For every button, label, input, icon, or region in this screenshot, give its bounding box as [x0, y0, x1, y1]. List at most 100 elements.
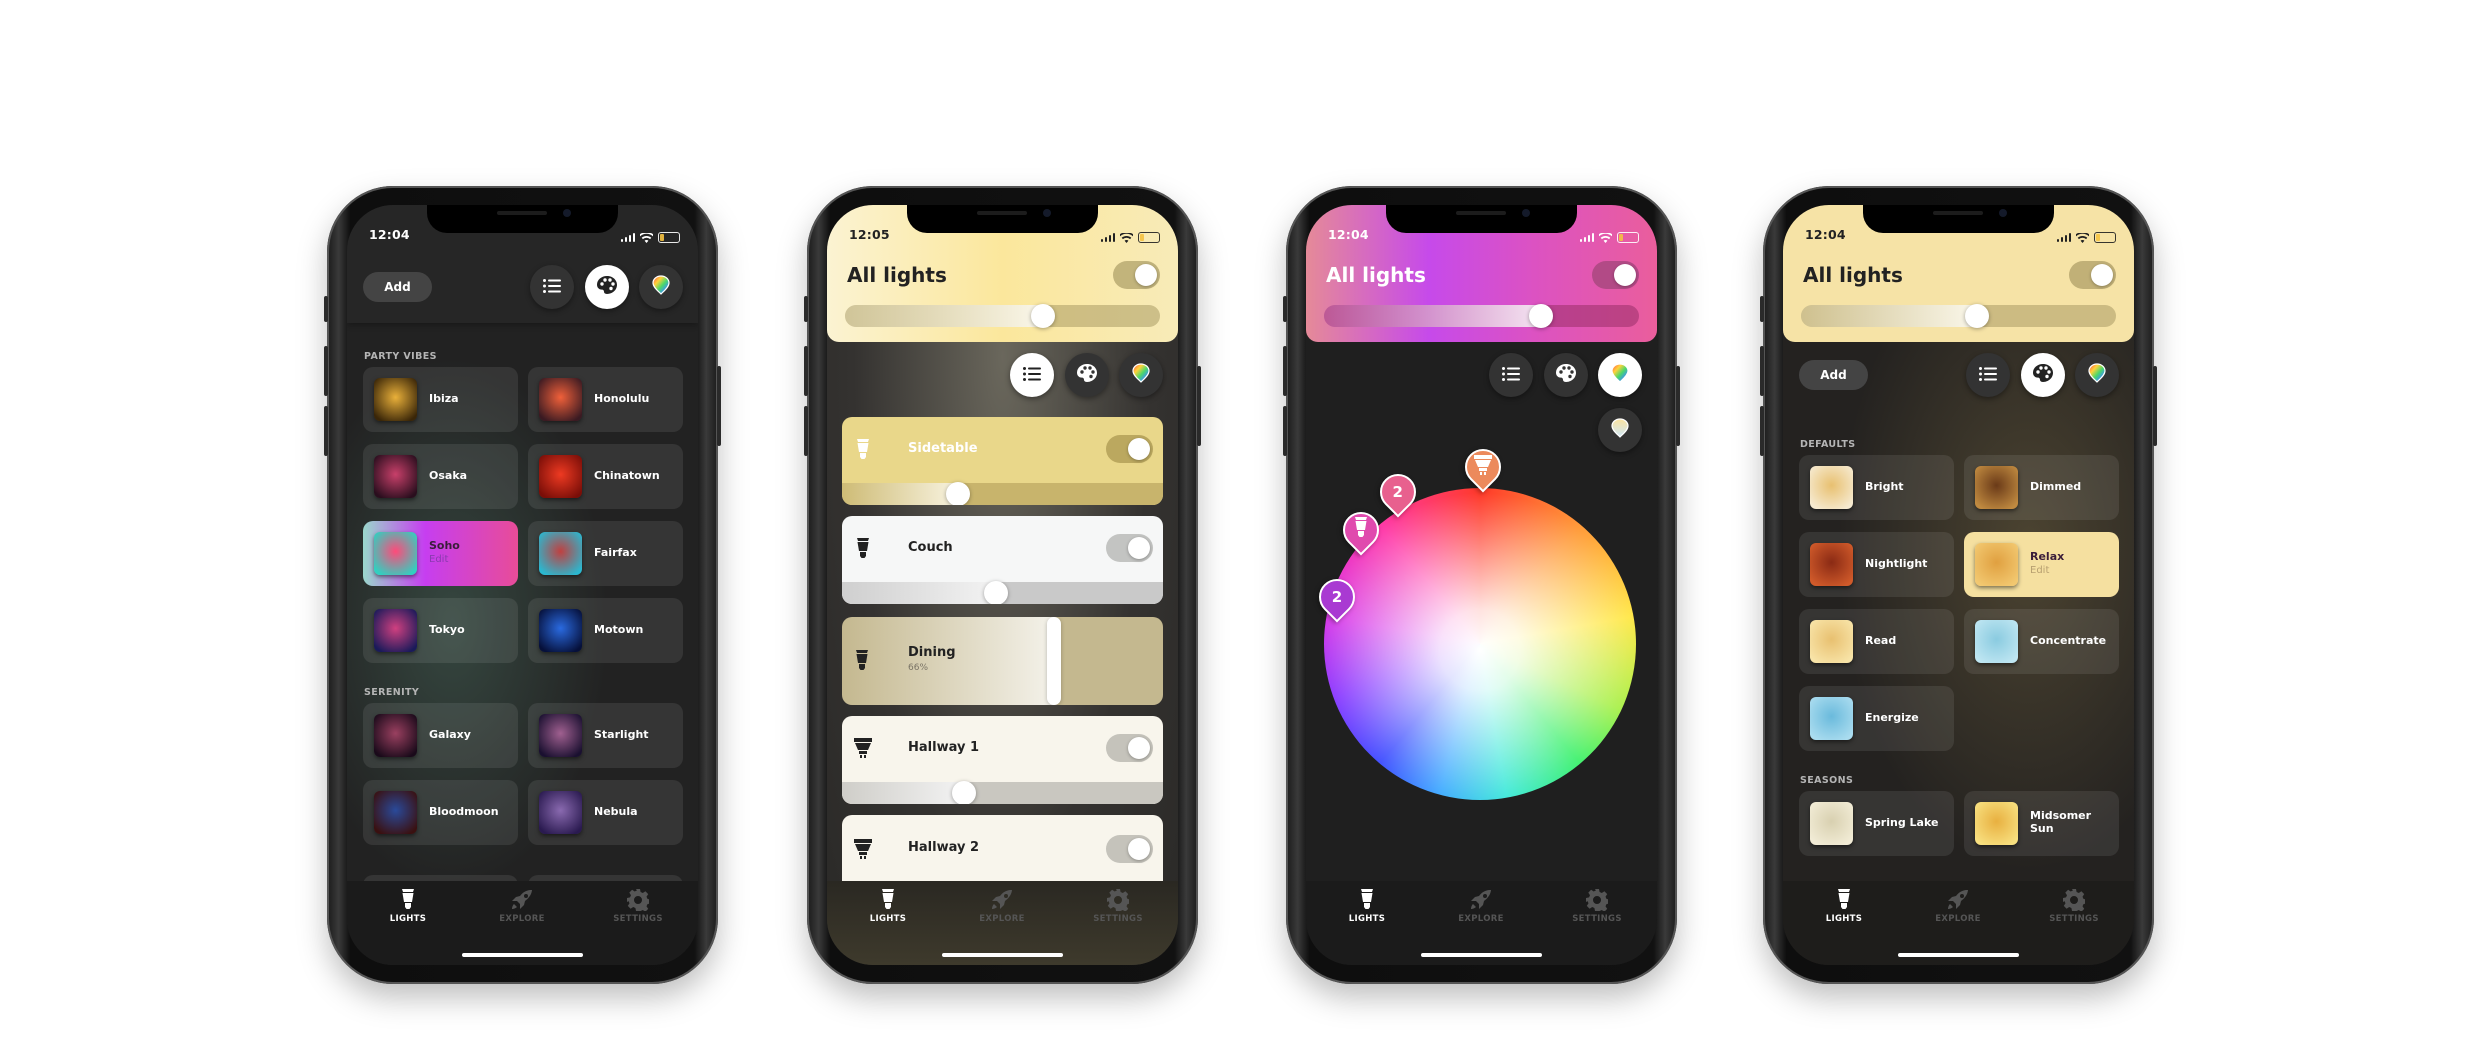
light-brightness-slider[interactable] — [842, 483, 1163, 505]
scene-card-starlight[interactable]: Starlight — [528, 703, 683, 768]
scene-card-chinatown[interactable]: Chinatown — [528, 444, 683, 509]
scene-card-concentrate[interactable]: Concentrate — [1964, 609, 2119, 674]
scene-card-ibiza[interactable]: Ibiza — [363, 367, 518, 432]
scene-card-spring-lake[interactable]: Spring Lake — [1799, 791, 1954, 856]
all-lights-toggle[interactable] — [2069, 261, 2116, 289]
tab-label: LIGHTS — [1825, 914, 1863, 924]
pin-content — [1465, 449, 1501, 485]
scene-thumbnail — [374, 714, 417, 757]
scene-card-bright[interactable]: Bright — [1799, 455, 1954, 520]
scene-card-honolulu[interactable]: Honolulu — [528, 367, 683, 432]
tab-settings[interactable]: SETTINGS — [2029, 889, 2119, 924]
spot-bulb-icon — [854, 839, 872, 863]
view-mode-scenes-button[interactable] — [585, 265, 629, 309]
light-toggle[interactable] — [1106, 435, 1153, 463]
home-indicator[interactable] — [1898, 953, 2019, 957]
view-mode-scenes-button[interactable] — [2021, 353, 2065, 397]
list-icon — [1023, 366, 1041, 385]
view-mode-list-button[interactable] — [1010, 353, 1054, 397]
mute-switch — [1760, 296, 1764, 322]
color-picker-icon — [652, 275, 670, 299]
all-lights-toggle[interactable] — [1592, 261, 1639, 289]
tab-explore[interactable]: EXPLORE — [1436, 889, 1526, 924]
slider-knob[interactable] — [945, 482, 970, 505]
light-card-hallway-1[interactable]: Hallway 1 — [842, 716, 1163, 804]
tab-label: EXPLORE — [1935, 914, 1981, 924]
light-pin[interactable] — [1457, 441, 1508, 492]
scene-name: Ibiza — [429, 392, 459, 405]
tab-explore[interactable]: EXPLORE — [957, 889, 1047, 924]
view-mode-color-button[interactable] — [1119, 353, 1163, 397]
all-lights-toggle[interactable] — [1113, 261, 1160, 289]
view-mode-color-button[interactable] — [2075, 353, 2119, 397]
light-brightness-slider[interactable] — [842, 782, 1163, 804]
slider-knob[interactable] — [984, 581, 1009, 604]
scene-thumbnail — [539, 609, 582, 652]
add-button[interactable]: Add — [1799, 360, 1868, 390]
light-group-pin[interactable]: 2 — [1372, 466, 1424, 518]
scene-card-midsomer-sun[interactable]: Midsomer Sun — [1964, 791, 2119, 856]
tab-settings[interactable]: SETTINGS — [1073, 889, 1163, 924]
scene-thumbnail — [1810, 543, 1853, 586]
scene-card-bloodmoon[interactable]: Bloodmoon — [363, 780, 518, 845]
all-lights-brightness-slider[interactable] — [845, 305, 1160, 327]
dimmer-handle[interactable] — [1046, 617, 1061, 705]
tab-lights[interactable]: LIGHTS — [843, 889, 933, 924]
wifi-icon — [1119, 228, 1134, 247]
slider-knob[interactable] — [951, 781, 976, 804]
scene-card-tokyo[interactable]: Tokyo — [363, 598, 518, 663]
view-mode-list-button[interactable] — [530, 265, 574, 309]
light-group-pin[interactable]: 2 — [1311, 572, 1363, 623]
view-mode-scenes-button[interactable] — [1544, 353, 1588, 397]
scene-edit-link[interactable]: Edit — [429, 554, 448, 565]
light-card-couch[interactable]: Couch — [842, 516, 1163, 604]
light-pin[interactable] — [1335, 504, 1387, 556]
home-indicator[interactable] — [462, 953, 583, 957]
spot-bulb-icon — [1473, 454, 1492, 479]
light-card-dining[interactable]: Dining 66% — [842, 617, 1163, 705]
view-mode-white-button[interactable] — [1598, 408, 1642, 452]
view-mode-list-button[interactable] — [1966, 353, 2010, 397]
view-mode-list-button[interactable] — [1489, 353, 1533, 397]
tab-explore[interactable]: EXPLORE — [1913, 889, 2003, 924]
light-toggle[interactable] — [1106, 734, 1153, 762]
battery-icon — [658, 232, 680, 243]
view-mode-color-button[interactable] — [1598, 353, 1642, 397]
scene-card-read[interactable]: Read — [1799, 609, 1954, 674]
light-card-sidetable[interactable]: Sidetable — [842, 417, 1163, 505]
scene-card-nightlight[interactable]: Nightlight — [1799, 532, 1954, 597]
light-toggle[interactable] — [1106, 534, 1153, 562]
scene-card-dimmed[interactable]: Dimmed — [1964, 455, 2119, 520]
all-lights-brightness-slider[interactable] — [1324, 305, 1639, 327]
light-toggle[interactable] — [1106, 835, 1153, 863]
tab-lights[interactable]: LIGHTS — [363, 889, 453, 924]
volume-down-button — [1760, 406, 1764, 456]
home-indicator[interactable] — [1421, 953, 1542, 957]
pin-content: 2 — [1392, 483, 1403, 502]
tab-explore[interactable]: EXPLORE — [477, 889, 567, 924]
tab-lights[interactable]: LIGHTS — [1322, 889, 1412, 924]
scene-name: Energize — [1865, 711, 1919, 724]
scene-card-motown[interactable]: Motown — [528, 598, 683, 663]
all-lights-brightness-slider[interactable] — [1801, 305, 2116, 327]
tab-settings[interactable]: SETTINGS — [593, 889, 683, 924]
all-lights-title: All lights — [847, 263, 947, 287]
scene-card-relax[interactable]: Relax Edit — [1964, 532, 2119, 597]
scene-name: Chinatown — [594, 469, 660, 482]
scene-card-fairfax[interactable]: Fairfax — [528, 521, 683, 586]
status-icons — [1579, 228, 1639, 247]
scene-card-nebula[interactable]: Nebula — [528, 780, 683, 845]
view-mode-color-button[interactable] — [639, 265, 683, 309]
slider-fill — [845, 305, 1044, 327]
tab-settings[interactable]: SETTINGS — [1552, 889, 1642, 924]
view-mode-scenes-button[interactable] — [1065, 353, 1109, 397]
scene-card-soho[interactable]: Soho Edit — [363, 521, 518, 586]
bulb-icon — [1354, 516, 1368, 543]
home-indicator[interactable] — [942, 953, 1063, 957]
scene-card-osaka[interactable]: Osaka — [363, 444, 518, 509]
scene-edit-link[interactable]: Edit — [2030, 565, 2049, 576]
scene-card-energize[interactable]: Energize — [1799, 686, 1954, 751]
tab-lights[interactable]: LIGHTS — [1799, 889, 1889, 924]
scene-card-galaxy[interactable]: Galaxy — [363, 703, 518, 768]
add-button[interactable]: Add — [363, 272, 432, 302]
